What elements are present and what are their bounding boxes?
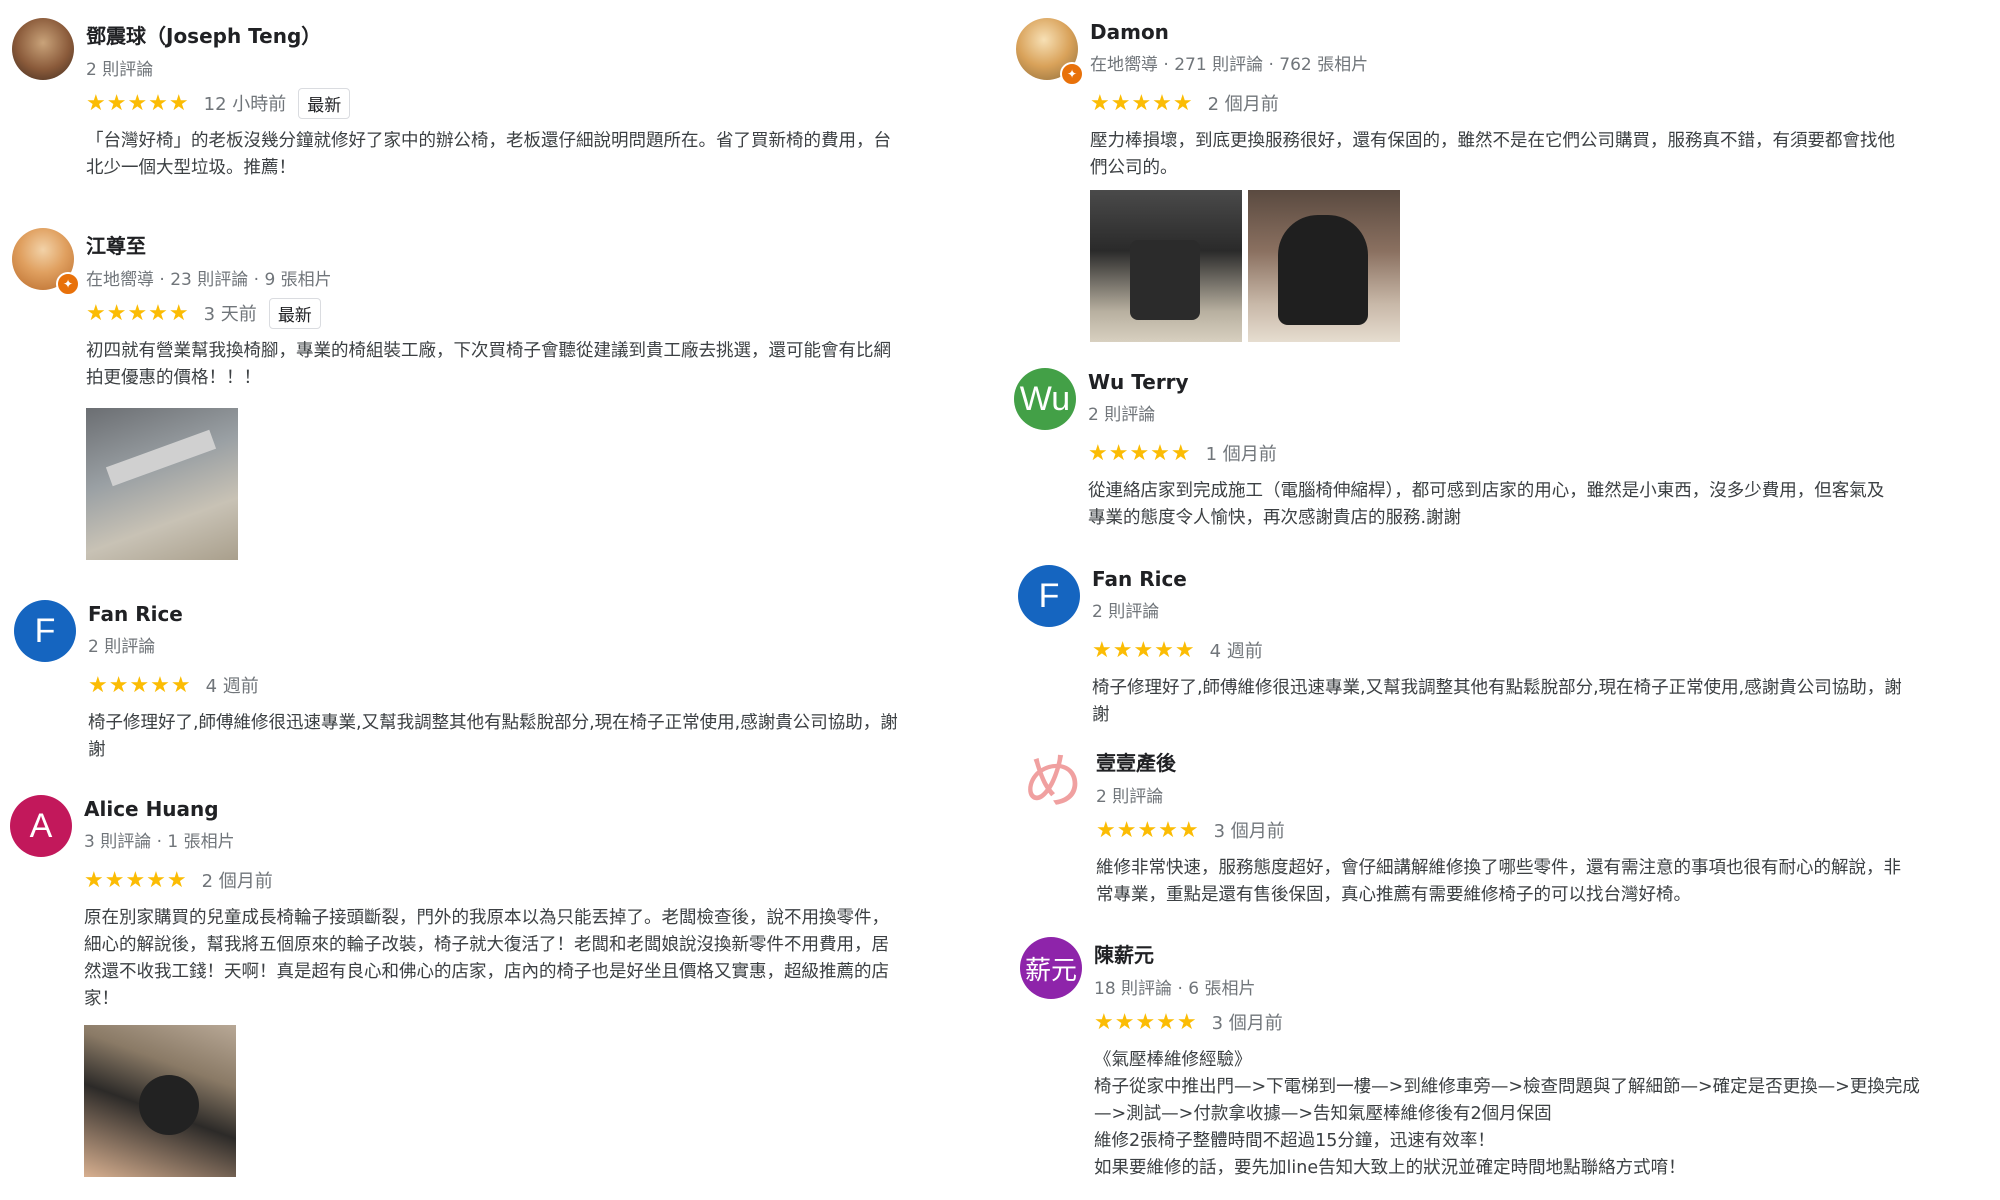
review-text-line: 細心的解說後，幫我將五個原來的輪子改裝，椅子就大復活了！老闆和老闆娘說沒換新零件… (84, 935, 889, 955)
review-text-line: 家！ (84, 989, 119, 1009)
review-text: 《氣壓棒維修經驗》 椅子從家中推出門—>下電梯到一樓—>到維修車旁—>檢查問題與… (1094, 1047, 1920, 1182)
review-time: 1 個月前 (1205, 444, 1277, 465)
review-time: 2 個月前 (201, 871, 273, 892)
reviewer-name[interactable]: 鄧震球（Joseph Teng） (86, 20, 321, 49)
review-text-line: 們公司的。 (1090, 158, 1178, 178)
reviewer-meta: 3 則評論 · 1 張相片 (84, 832, 235, 852)
review-text-line: 壓力棒損壞，到底更換服務很好，還有保固的，雖然不是在它們公司購買，服務真不錯，有… (1090, 131, 1895, 151)
review-text: 椅子修理好了,師傅維修很迅速專業,又幫我調整其他有點鬆脫部分,現在椅子正常使用,… (88, 710, 898, 764)
star-rating: ★★★★★ (84, 867, 188, 893)
review-text-line: 專業的態度令人愉快，再次感謝貴店的服務.謝謝 (1088, 508, 1462, 528)
review-text: 從連絡店家到完成施工（電腦椅伸縮桿），都可感到店家的用心，雖然是小東西，沒多少費… (1088, 478, 1884, 532)
star-rating: ★★★★★ (1094, 1009, 1198, 1035)
review-text-line: 原在別家購買的兒童成長椅輪子接頭斷裂，門外的我原本以為只能丟掉了。老闆檢查後，說… (84, 908, 889, 928)
review-text-line: 維修非常快速，服務態度超好，會仔細講解維修換了哪些零件，還有需注意的事項也很有耐… (1096, 858, 1901, 878)
review-time: 2 個月前 (1207, 94, 1279, 115)
review-text: 椅子修理好了,師傅維修很迅速專業,又幫我調整其他有點鬆脫部分,現在椅子正常使用,… (1092, 675, 1902, 729)
review-time: 12 小時前 (203, 94, 287, 115)
reviewer-avatar[interactable]: F (1018, 565, 1080, 627)
review-photo[interactable] (86, 408, 238, 560)
newest-badge: 最新 (298, 87, 351, 119)
review-text-line: 從連絡店家到完成施工（電腦椅伸縮桿），都可感到店家的用心，雖然是小東西，沒多少費… (1088, 481, 1885, 501)
review-text-line: 拍更優惠的價格！！！ (86, 368, 261, 388)
star-rating: ★★★★★ (88, 672, 192, 698)
reviewer-avatar[interactable]: F (14, 600, 76, 662)
review-text-line: 維修2張椅子整體時間不超過15分鐘，迅速有效率！ (1094, 1131, 1495, 1151)
review-text-line: 如果要維修的話，要先加line告知大致上的狀況並確定時間地點聯絡方式唷！ (1094, 1158, 1686, 1178)
reviewer-name[interactable]: 江尊至 (86, 230, 332, 259)
newest-badge: 最新 (268, 297, 321, 329)
review-text: 原在別家購買的兒童成長椅輪子接頭斷裂，門外的我原本以為只能丟掉了。老闆檢查後，說… (84, 905, 889, 1013)
review-photo[interactable] (1090, 190, 1242, 342)
review-time: 4 週前 (205, 676, 259, 697)
reviewer-avatar[interactable]: 薪元 (1020, 937, 1082, 999)
reviewer-avatar[interactable] (12, 18, 74, 80)
review-text-line: 謝 (1092, 705, 1110, 725)
reviewer-meta: 在地嚮導 · 271 則評論 · 762 張相片 (1090, 55, 1369, 75)
reviewer-name[interactable]: Damon (1090, 20, 1368, 44)
review-text-line: 《氣壓棒維修經驗》 (1094, 1050, 1252, 1070)
review-text-line: 謝 (88, 740, 106, 760)
review-text: 壓力棒損壞，到底更換服務很好，還有保固的，雖然不是在它們公司購買，服務真不錯，有… (1090, 128, 1895, 182)
reviewer-avatar[interactable]: A (10, 795, 72, 857)
reviewer-name[interactable]: Wu Terry (1088, 370, 1189, 394)
reviewer-meta: 2 則評論 (1092, 602, 1160, 622)
review-text-line: 北少一個大型垃圾。推薦！ (86, 158, 296, 178)
review-text: 「台灣好椅」的老板沒幾分鐘就修好了家中的辦公椅，老板還仔細說明問題所在。省了買新… (86, 128, 891, 182)
local-guide-icon: ✦ (1060, 62, 1084, 86)
reviewer-meta: 18 則評論 · 6 張相片 (1094, 979, 1256, 999)
review-text-line: 椅子修理好了,師傅維修很迅速專業,又幫我調整其他有點鬆脫部分,現在椅子正常使用,… (1092, 678, 1902, 698)
reviewer-name[interactable]: Fan Rice (1092, 567, 1187, 591)
review-photo[interactable] (84, 1025, 236, 1177)
reviewer-meta: 在地嚮導 · 23 則評論 · 9 張相片 (86, 270, 332, 290)
reviewer-name[interactable]: Fan Rice (88, 602, 183, 626)
review-text-line: 初四就有營業幫我換椅腳，專業的椅組裝工廠，下次買椅子會聽從建議到貴工廠去挑選，還… (86, 341, 891, 361)
star-rating: ★★★★★ (1096, 817, 1200, 843)
reviewer-meta: 2 則評論 (1088, 405, 1156, 425)
reviewer-name[interactable]: 陳薪元 (1094, 939, 1255, 968)
star-rating: ★★★★★ (1088, 440, 1192, 466)
star-rating: ★★★★★ (1092, 637, 1196, 663)
review-text-line: 常專業，重點是還有售後保固，真心推薦有需要維修椅子的可以找台灣好椅。 (1096, 885, 1691, 905)
reviewer-name[interactable]: Alice Huang (84, 797, 235, 821)
review-text-line: —>測試—>付款拿收據—>告知氣壓棒維修後有2個月保固 (1094, 1104, 1552, 1124)
review-time: 3 天前 (203, 304, 257, 325)
star-rating: ★★★★★ (1090, 90, 1194, 116)
review-time: 3 個月前 (1213, 821, 1285, 842)
star-rating: ★★★★★ (86, 300, 190, 326)
reviewer-avatar[interactable]: Wu (1014, 368, 1076, 430)
review-text-line: 椅子修理好了,師傅維修很迅速專業,又幫我調整其他有點鬆脫部分,現在椅子正常使用,… (88, 713, 898, 733)
review-time: 3 個月前 (1211, 1013, 1283, 1034)
reviewer-avatar[interactable]: め (1022, 745, 1084, 807)
review-text-line: 然還不收我工錢！天啊！真是超有良心和佛心的店家，店內的椅子也是好坐且價格又實惠，… (84, 962, 889, 982)
reviewer-meta: 2 則評論 (1096, 787, 1164, 807)
local-guide-icon: ✦ (56, 272, 80, 296)
review-text: 初四就有營業幫我換椅腳，專業的椅組裝工廠，下次買椅子會聽從建議到貴工廠去挑選，還… (86, 338, 891, 392)
review-text-line: 椅子從家中推出門—>下電梯到一樓—>到維修車旁—>檢查問題與了解細節—>確定是否… (1094, 1077, 1920, 1097)
reviewer-meta: 2 則評論 (88, 637, 156, 657)
review-time: 4 週前 (1209, 641, 1263, 662)
reviewer-name[interactable]: 壹壹產後 (1096, 747, 1176, 776)
review-text-line: 「台灣好椅」的老板沒幾分鐘就修好了家中的辦公椅，老板還仔細說明問題所在。省了買新… (86, 131, 891, 151)
reviewer-meta: 2 則評論 (86, 60, 154, 80)
review-text: 維修非常快速，服務態度超好，會仔細講解維修換了哪些零件，還有需注意的事項也很有耐… (1096, 855, 1901, 909)
review-photo[interactable] (1248, 190, 1400, 342)
star-rating: ★★★★★ (86, 90, 190, 116)
